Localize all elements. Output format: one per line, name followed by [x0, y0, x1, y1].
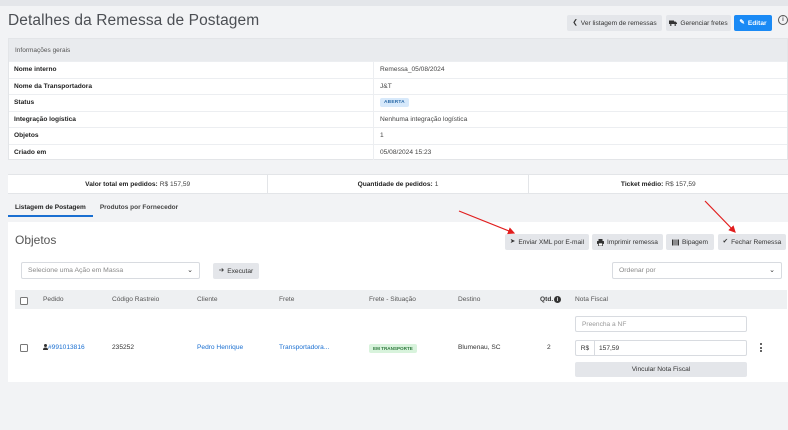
destination: Blumenau, SC	[458, 344, 501, 351]
chevron-down-icon: ⌄	[187, 267, 193, 274]
check-icon: ✔	[722, 237, 729, 245]
invoice-value-input[interactable]: R$ 157,59	[575, 340, 747, 356]
view-shipments-list-button[interactable]: ❮ Ver listagem de remessas	[567, 15, 662, 31]
tab-products-by-supplier[interactable]: Produtos por Fornecedor	[93, 200, 185, 217]
print-shipment-button[interactable]: Imprimir remessa	[592, 234, 663, 250]
info-label: Status	[14, 99, 35, 107]
manage-freight-button[interactable]: Gerenciar fretes	[666, 15, 731, 31]
stat-value: R$ 157,59	[159, 180, 191, 188]
printer-icon	[597, 238, 605, 246]
info-row-internal-name: Nome interno Remessa_05/08/2024	[9, 61, 787, 78]
chevron-down-icon: ⌄	[769, 267, 775, 274]
execute-label: Executar	[227, 267, 254, 275]
stat-value: R$ 157,59	[665, 180, 696, 188]
col-frete: Frete	[279, 296, 295, 303]
info-row-integration: Integração logística Nenhuma integração …	[9, 110, 787, 127]
bulk-action-select[interactable]: Selecione uma Ação em Massa ⌄	[21, 262, 200, 279]
general-info-card: Informações gerais Nome interno Remessa_…	[8, 38, 788, 160]
info-value: Remessa_05/08/2024	[373, 62, 445, 78]
chevron-left-icon: ❮	[572, 18, 578, 26]
freight-status-badge: EM TRANSPORTE	[369, 344, 417, 353]
scan-button[interactable]: Bipagem	[666, 234, 714, 250]
info-label: Objetos	[14, 132, 39, 140]
pencil-icon: ✎	[739, 18, 745, 26]
sort-placeholder: Ordenar por	[619, 267, 656, 274]
edit-button[interactable]: ✎ Editar	[734, 15, 772, 31]
top-bar	[0, 0, 788, 6]
truck-icon	[669, 20, 678, 26]
manage-freight-label: Gerenciar fretes	[680, 19, 728, 27]
info-row-status: Status ABERTA	[9, 94, 787, 111]
close-shipment-button[interactable]: ✔ Fechar Remessa	[718, 234, 786, 250]
quantity: 2	[547, 344, 551, 351]
currency-prefix: R$	[576, 341, 595, 355]
info-value: ABERTA	[373, 95, 409, 111]
info-icon[interactable]: i	[778, 15, 788, 25]
info-row-objects: Objetos 1	[9, 127, 787, 144]
execute-button[interactable]: ➔ Executar	[213, 263, 259, 279]
tab-posting-list[interactable]: Listagem de Postagem	[8, 200, 93, 217]
scan-label: Bipagem	[681, 238, 709, 246]
stat-order-count: Quantidade de pedidos: 1	[268, 175, 529, 193]
info-icon[interactable]: i	[554, 296, 561, 303]
page-title: Detalhes da Remessa de Postagem	[8, 12, 260, 29]
general-info-heading: Informações gerais	[9, 39, 787, 61]
send-xml-email-button[interactable]: ➤ Enviar XML por E-mail	[505, 234, 589, 250]
info-label: Nome da Transportadora	[14, 82, 93, 90]
view-shipments-list-label: Ver listagem de remessas	[580, 19, 657, 27]
info-label: Criado em	[14, 148, 47, 156]
link-invoice-label: Vincular Nota Fiscal	[631, 366, 691, 373]
col-destino: Destino	[458, 296, 481, 303]
invoice-value: 157,59	[599, 344, 620, 352]
bulk-action-placeholder: Selecione uma Ação em Massa	[28, 267, 124, 274]
barcode-icon	[671, 239, 679, 246]
freight-link[interactable]: Transportadora...	[279, 344, 329, 351]
customer-link[interactable]: Pedro Henrique	[197, 344, 243, 351]
select-all-checkbox[interactable]	[20, 297, 28, 305]
close-shipment-label: Fechar Remessa	[731, 238, 782, 246]
send-xml-email-label: Enviar XML por E-mail	[518, 238, 585, 246]
info-value: J&T	[373, 78, 392, 94]
info-value: 1	[373, 128, 384, 144]
invoice-number-input[interactable]: Preencha a NF	[575, 316, 747, 332]
tracking-code: 235252	[112, 344, 135, 351]
stat-label: Valor total em pedidos:	[85, 180, 158, 188]
stat-label: Quantidade de pedidos:	[357, 180, 433, 188]
objects-title: Objetos	[15, 233, 57, 247]
col-nf: Nota Fiscal	[575, 296, 608, 303]
stat-average-ticket: Ticket médio: R$ 157,59	[529, 175, 788, 193]
stat-value: 1	[434, 180, 439, 188]
stat-total-value: Valor total em pedidos: R$ 157,59	[8, 175, 269, 193]
invoice-placeholder: Preencha a NF	[582, 320, 627, 328]
col-pedido: Pedido	[43, 296, 64, 303]
more-options-icon[interactable]	[759, 343, 763, 352]
tab-bar: Listagem de Postagem Produtos por Fornec…	[8, 200, 185, 217]
arrow-right-icon: ➔	[218, 266, 225, 274]
col-codigo: Código Rastreio	[112, 296, 160, 303]
summary-stats: Valor total em pedidos: R$ 157,59 Quanti…	[8, 174, 788, 194]
edit-label: Editar	[747, 19, 767, 27]
col-situacao: Frete - Situação	[369, 296, 416, 303]
stat-label: Ticket médio:	[620, 180, 664, 188]
row-checkbox[interactable]	[20, 344, 28, 352]
link-invoice-button[interactable]: Vincular Nota Fiscal	[575, 362, 747, 377]
print-shipment-label: Imprimir remessa	[607, 238, 658, 246]
order-number[interactable]: #991013816	[48, 344, 85, 351]
col-qtd: Qtd.	[540, 296, 554, 303]
col-cliente: Cliente	[197, 296, 218, 303]
info-label: Integração logística	[14, 115, 76, 123]
info-row-created: Criado em 05/08/2024 15:23	[9, 143, 787, 160]
info-row-carrier: Nome da Transportadora J&T	[9, 77, 787, 94]
sort-select[interactable]: Ordenar por ⌄	[612, 262, 782, 279]
info-value: 05/08/2024 15:23	[373, 144, 431, 160]
send-icon: ➤	[509, 237, 516, 245]
order-link[interactable]: #991013816	[43, 344, 85, 351]
status-badge: ABERTA	[380, 98, 409, 108]
info-label: Nome interno	[14, 66, 57, 74]
info-value: Nenhuma integração logística	[373, 111, 467, 127]
